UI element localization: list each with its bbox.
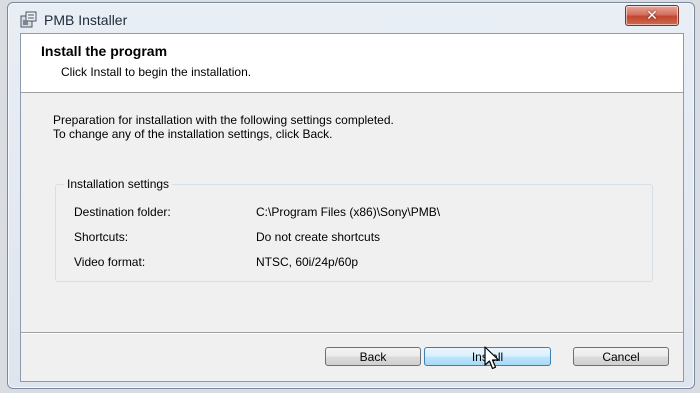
installer-window: PMB Installer ✕ Install the program Clic… bbox=[7, 2, 695, 389]
description-text: Preparation for installation with the fo… bbox=[53, 113, 394, 141]
setting-label: Destination folder: bbox=[74, 205, 171, 219]
cancel-button[interactable]: Cancel bbox=[573, 347, 669, 366]
page-title: Install the program bbox=[41, 43, 168, 59]
close-button[interactable]: ✕ bbox=[625, 5, 679, 26]
title-bar[interactable]: PMB Installer ✕ bbox=[8, 3, 694, 33]
window-title: PMB Installer bbox=[44, 12, 128, 28]
mouse-pointer-icon bbox=[484, 346, 500, 370]
description-line-1: Preparation for installation with the fo… bbox=[53, 113, 394, 127]
back-button[interactable]: Back bbox=[325, 347, 421, 366]
dialog-body: Install the program Click Install to beg… bbox=[20, 33, 684, 382]
button-divider bbox=[21, 332, 683, 334]
installation-settings-group: Installation settings Destination folder… bbox=[55, 177, 653, 282]
dialog-header: Install the program Click Install to beg… bbox=[21, 34, 683, 93]
setting-value: C:\Program Files (x86)\Sony\PMB\ bbox=[256, 205, 441, 219]
group-label: Installation settings bbox=[64, 177, 173, 191]
setting-label: Video format: bbox=[74, 255, 146, 269]
close-icon: ✕ bbox=[646, 7, 658, 23]
setting-value: Do not create shortcuts bbox=[256, 230, 381, 244]
page-subtitle: Click Install to begin the installation. bbox=[61, 65, 252, 79]
installer-icon bbox=[20, 11, 37, 28]
setting-value: NTSC, 60i/24p/60p bbox=[256, 255, 359, 269]
description-line-2: To change any of the installation settin… bbox=[53, 127, 333, 141]
setting-label: Shortcuts: bbox=[74, 230, 129, 244]
